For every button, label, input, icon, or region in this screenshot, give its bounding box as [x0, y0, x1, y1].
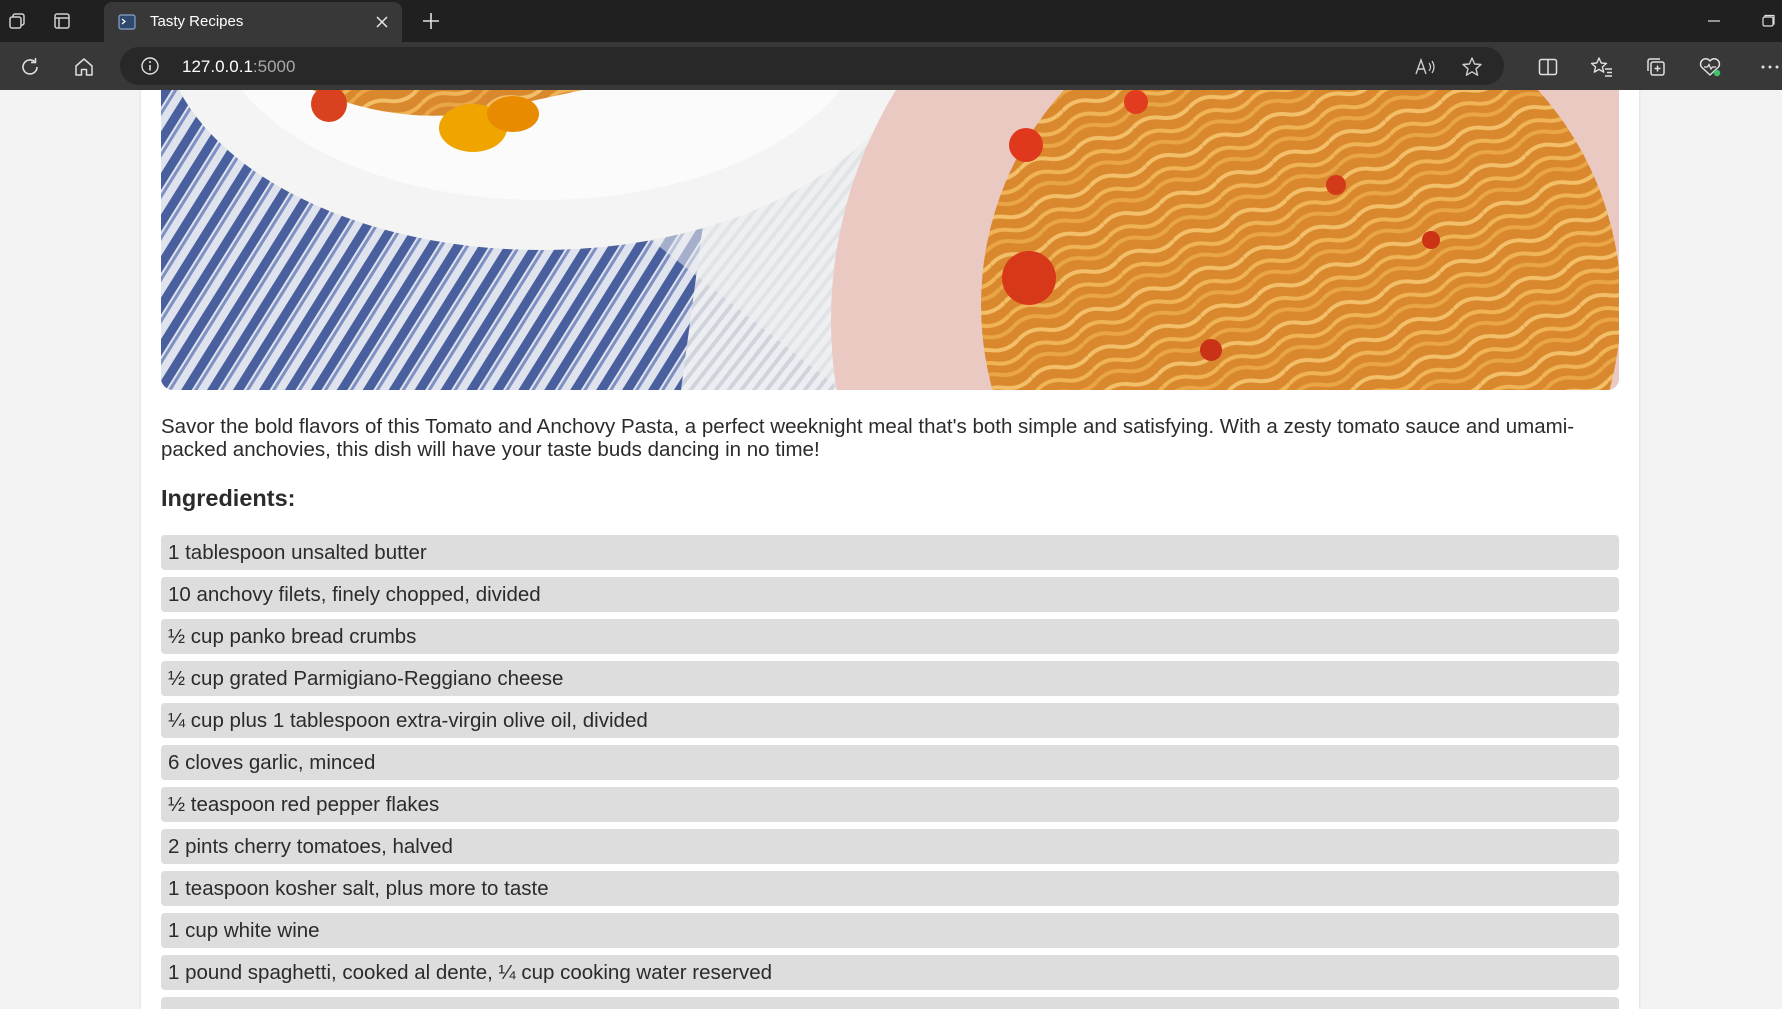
more-options-icon[interactable] [1756, 53, 1782, 81]
collections-icon[interactable] [1642, 53, 1670, 81]
restore-icon[interactable] [1756, 10, 1780, 32]
ingredient-item: ½ cup panko bread crumbs [161, 619, 1619, 654]
ingredient-item [161, 997, 1619, 1009]
ingredient-item: 2 pints cherry tomatoes, halved [161, 829, 1619, 864]
site-info-icon[interactable] [140, 56, 160, 81]
home-icon[interactable] [70, 53, 98, 81]
close-tab-icon[interactable] [372, 12, 392, 32]
browser-tab-bar: Tasty Recipes [0, 0, 1782, 42]
tab-title: Tasty Recipes [150, 13, 244, 30]
url-host: 127.0.0.1 [182, 57, 253, 76]
tab-tasty-recipes[interactable]: Tasty Recipes [104, 2, 402, 42]
workspaces-icon[interactable] [2, 8, 32, 34]
ingredients-heading: Ingredients: [161, 485, 296, 511]
ingredient-item: 6 cloves garlic, minced [161, 745, 1619, 780]
split-screen-icon[interactable] [1534, 53, 1562, 81]
ingredient-item: 10 anchovy filets, finely chopped, divid… [161, 577, 1619, 612]
url-port: :5000 [252, 57, 296, 76]
ingredient-item: ½ teaspoon red pepper flakes [161, 787, 1619, 822]
ingredients-list: 1 tablespoon unsalted butter 10 anchovy … [161, 535, 1619, 1009]
recipe-description: Savor the bold flavors of this Tomato an… [161, 415, 1575, 461]
address-bar[interactable]: 127.0.0.1:5000 [120, 47, 1504, 85]
url-text[interactable]: 127.0.0.1:5000 [182, 57, 295, 77]
browser-toolbar: 127.0.0.1:5000 [0, 42, 1782, 90]
ingredient-item: ½ cup grated Parmigiano-Reggiano cheese [161, 661, 1619, 696]
favorite-star-icon[interactable] [1458, 53, 1486, 81]
ingredient-item: 1 cup white wine [161, 913, 1619, 948]
minimize-icon[interactable] [1702, 10, 1726, 32]
vertical-tabs-icon[interactable] [47, 8, 77, 34]
ingredient-item: ¼ cup plus 1 tablespoon extra-virgin oli… [161, 703, 1619, 738]
refresh-icon[interactable] [16, 53, 44, 81]
favorites-icon[interactable] [1588, 53, 1616, 81]
browser-essentials-icon[interactable] [1696, 53, 1724, 81]
recipe-hero-image [161, 90, 1619, 390]
page-viewport: Savor the bold flavors of this Tomato an… [0, 90, 1782, 1009]
page-favicon-icon [118, 14, 136, 35]
ingredient-item: 1 pound spaghetti, cooked al dente, ¼ cu… [161, 955, 1619, 990]
new-tab-icon[interactable] [418, 8, 444, 34]
ingredient-item: 1 teaspoon kosher salt, plus more to tas… [161, 871, 1619, 906]
recipe-card: Savor the bold flavors of this Tomato an… [141, 90, 1639, 1009]
read-aloud-icon[interactable] [1412, 53, 1440, 81]
ingredient-item: 1 tablespoon unsalted butter [161, 535, 1619, 570]
